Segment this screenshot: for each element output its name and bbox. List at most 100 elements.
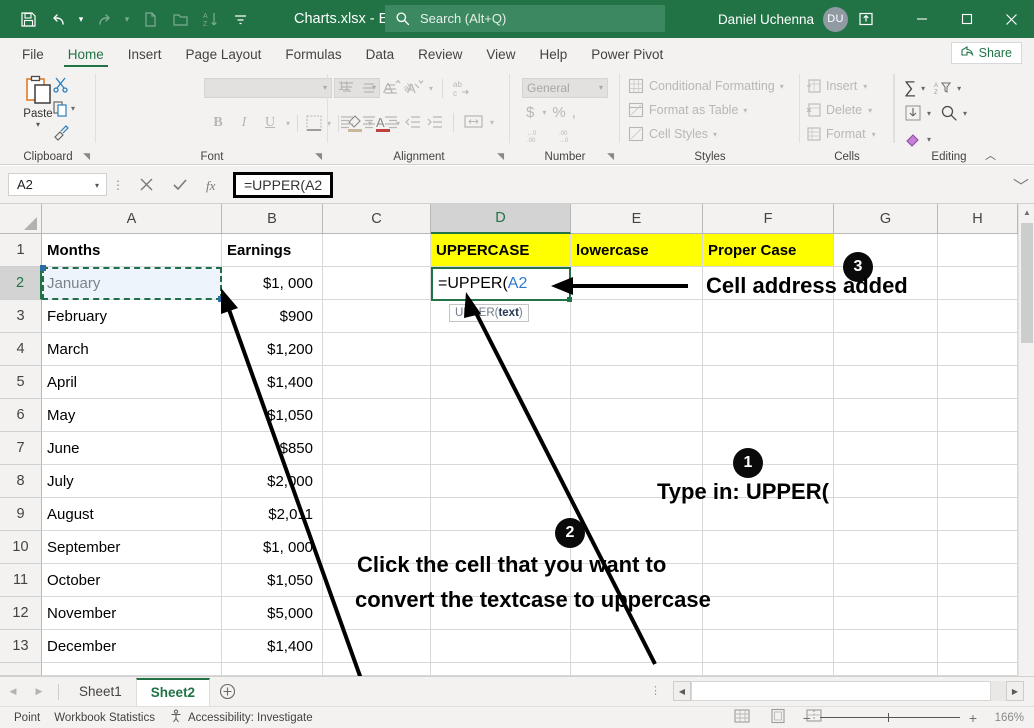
cell-b1[interactable]: Earnings xyxy=(222,234,323,267)
cell-b10[interactable]: $1, 000 xyxy=(222,531,323,564)
format-as-table-button[interactable]: Format as Table ▾ xyxy=(628,102,747,118)
sort-filter-dropdown-icon[interactable]: ▾ xyxy=(957,84,961,93)
orientation-icon[interactable]: ab xyxy=(404,79,423,97)
number-format-dropdown-icon[interactable]: ▾ xyxy=(599,83,603,92)
tab-home[interactable]: Home xyxy=(56,44,116,68)
cell-c7[interactable] xyxy=(323,432,431,465)
insert-cells-button[interactable]: Insert ▾ xyxy=(806,78,867,94)
cell-e2[interactable] xyxy=(571,267,703,300)
cell-f5[interactable] xyxy=(703,366,834,399)
column-header-d[interactable]: D xyxy=(431,204,571,234)
workbook-statistics-button[interactable]: Workbook Statistics xyxy=(54,712,155,724)
autosum-icon[interactable]: ∑ xyxy=(904,78,916,98)
cell-b11[interactable]: $1,050 xyxy=(222,564,323,597)
increase-indent-icon[interactable] xyxy=(426,113,444,131)
cell-a9[interactable]: August xyxy=(42,498,222,531)
clipboard-dialog-launcher[interactable]: ◥ xyxy=(83,151,90,162)
cell-h2[interactable] xyxy=(938,267,1018,300)
horizontal-scroll-track[interactable] xyxy=(691,681,1006,701)
cell-h3[interactable] xyxy=(938,300,1018,333)
name-box-dropdown-icon[interactable]: ▾ xyxy=(95,181,99,190)
cell-c3[interactable] xyxy=(323,300,431,333)
previous-sheet-icon[interactable]: ◀ xyxy=(0,678,26,706)
vertical-scrollbar[interactable]: ▲ xyxy=(1018,204,1034,676)
select-all-corner[interactable] xyxy=(0,204,42,234)
cell-a4[interactable]: March xyxy=(42,333,222,366)
customize-toolbar-icon[interactable] xyxy=(226,6,254,32)
cell-a8[interactable]: July xyxy=(42,465,222,498)
percent-format-icon[interactable]: % xyxy=(552,104,565,121)
cell-h13[interactable] xyxy=(938,630,1018,663)
cell-g7[interactable] xyxy=(834,432,938,465)
row-header-2[interactable]: 2 xyxy=(0,267,42,300)
align-top-icon[interactable] xyxy=(338,79,356,97)
avatar[interactable]: DU xyxy=(823,7,848,32)
column-header-f[interactable]: F xyxy=(703,204,834,234)
vertical-scroll-thumb[interactable] xyxy=(1021,223,1033,343)
cell-a1[interactable]: Months xyxy=(42,234,222,267)
find-select-icon[interactable] xyxy=(940,104,958,122)
row-header-6[interactable]: 6 xyxy=(0,399,42,432)
cell-h4[interactable] xyxy=(938,333,1018,366)
column-header-g[interactable]: G xyxy=(834,204,938,234)
tab-data[interactable]: Data xyxy=(354,44,407,68)
tab-insert[interactable]: Insert xyxy=(116,44,174,68)
cell-f11[interactable] xyxy=(703,564,834,597)
delete-dropdown-icon[interactable]: ▾ xyxy=(868,106,872,115)
maximize-button[interactable] xyxy=(944,0,989,38)
scroll-left-icon[interactable]: ◀ xyxy=(673,681,691,701)
fill-dropdown-icon[interactable]: ▾ xyxy=(927,109,931,118)
cell-b9[interactable]: $2,011 xyxy=(222,498,323,531)
add-sheet-button[interactable] xyxy=(210,678,244,706)
cell-f6[interactable] xyxy=(703,399,834,432)
ribbon-display-options-icon[interactable] xyxy=(848,0,884,38)
scroll-up-icon[interactable]: ▲ xyxy=(1019,204,1034,221)
accessibility-button[interactable]: Accessibility: Investigate xyxy=(169,709,313,726)
cell-g10[interactable] xyxy=(834,531,938,564)
undo-icon[interactable] xyxy=(44,6,72,32)
cell-f4[interactable] xyxy=(703,333,834,366)
conditional-formatting-button[interactable]: Conditional Formatting ▾ xyxy=(628,78,784,94)
cell-e13[interactable] xyxy=(571,630,703,663)
clear-icon[interactable] xyxy=(904,130,922,148)
increase-decimal-icon[interactable]: ←0.00 xyxy=(526,128,546,144)
sheet-tab-sheet2[interactable]: Sheet2 xyxy=(136,678,210,706)
cell-c9[interactable] xyxy=(323,498,431,531)
zoom-slider-handle[interactable] xyxy=(888,713,889,722)
cell-h5[interactable] xyxy=(938,366,1018,399)
cell-g4[interactable] xyxy=(834,333,938,366)
split-handle[interactable]: ⋮ xyxy=(650,689,661,693)
fill-down-icon[interactable] xyxy=(904,104,922,122)
align-middle-icon[interactable] xyxy=(360,79,378,97)
cell-g13[interactable] xyxy=(834,630,938,663)
undo-dropdown-icon[interactable]: ▾ xyxy=(74,6,88,32)
copy-dropdown-icon[interactable]: ▾ xyxy=(71,104,75,113)
cell-a3[interactable]: February xyxy=(42,300,222,333)
cell-d7[interactable] xyxy=(431,432,571,465)
underline-dropdown-icon[interactable]: ▾ xyxy=(286,119,290,128)
sheet-tab-sheet1[interactable]: Sheet1 xyxy=(65,678,136,706)
cell-styles-button[interactable]: Cell Styles ▾ xyxy=(628,126,717,142)
row-header-4[interactable]: 4 xyxy=(0,333,42,366)
cell-e7[interactable] xyxy=(571,432,703,465)
cell-g11[interactable] xyxy=(834,564,938,597)
align-left-icon[interactable] xyxy=(338,113,356,131)
save-icon[interactable] xyxy=(14,6,42,32)
tab-view[interactable]: View xyxy=(474,44,527,68)
copy-button[interactable]: ▾ xyxy=(52,96,92,120)
expand-formula-bar-icon[interactable]: ﹀ xyxy=(1008,173,1034,197)
column-header-b[interactable]: B xyxy=(222,204,323,234)
zoom-percentage[interactable]: 166% xyxy=(986,712,1024,724)
cell-b14[interactable] xyxy=(222,663,323,676)
cell-d14[interactable] xyxy=(431,663,571,676)
cell-f10[interactable] xyxy=(703,531,834,564)
cell-a12[interactable]: November xyxy=(42,597,222,630)
row-header-11[interactable]: 11 xyxy=(0,564,42,597)
tab-review[interactable]: Review xyxy=(406,44,474,68)
orientation-dropdown-icon[interactable]: ▾ xyxy=(429,84,433,93)
currency-format-icon[interactable]: $ xyxy=(526,104,534,121)
row-header-7[interactable]: 7 xyxy=(0,432,42,465)
conditional-formatting-dropdown-icon[interactable]: ▾ xyxy=(780,82,784,91)
format-painter-button[interactable] xyxy=(52,120,92,144)
enter-formula-button[interactable] xyxy=(163,172,197,198)
